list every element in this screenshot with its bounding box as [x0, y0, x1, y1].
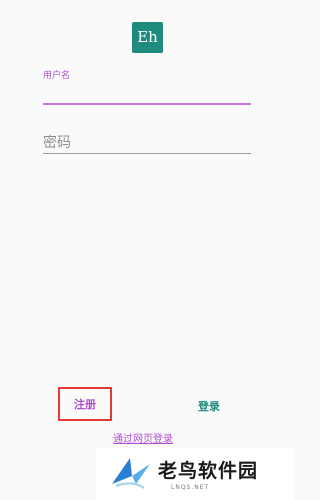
- username-underline: [43, 103, 251, 105]
- watermark-subtext: LNQS.NET: [171, 484, 210, 491]
- app-logo: Eh: [132, 22, 163, 53]
- username-field[interactable]: [43, 80, 251, 104]
- watermark-text: 老鸟软件园: [158, 460, 259, 482]
- app-logo-text: Eh: [137, 28, 158, 46]
- bird-logo-icon: [112, 458, 150, 489]
- login-button[interactable]: 登录: [198, 398, 220, 414]
- web-login-link[interactable]: 通过网页登录: [113, 430, 173, 445]
- password-underline: [43, 153, 251, 154]
- register-button[interactable]: 注册: [74, 396, 96, 412]
- password-field-placeholder[interactable]: 密码: [43, 132, 71, 152]
- register-highlight-box: 注册: [58, 387, 112, 421]
- watermark-banner: 老鸟软件园 LNQS.NET: [96, 448, 295, 500]
